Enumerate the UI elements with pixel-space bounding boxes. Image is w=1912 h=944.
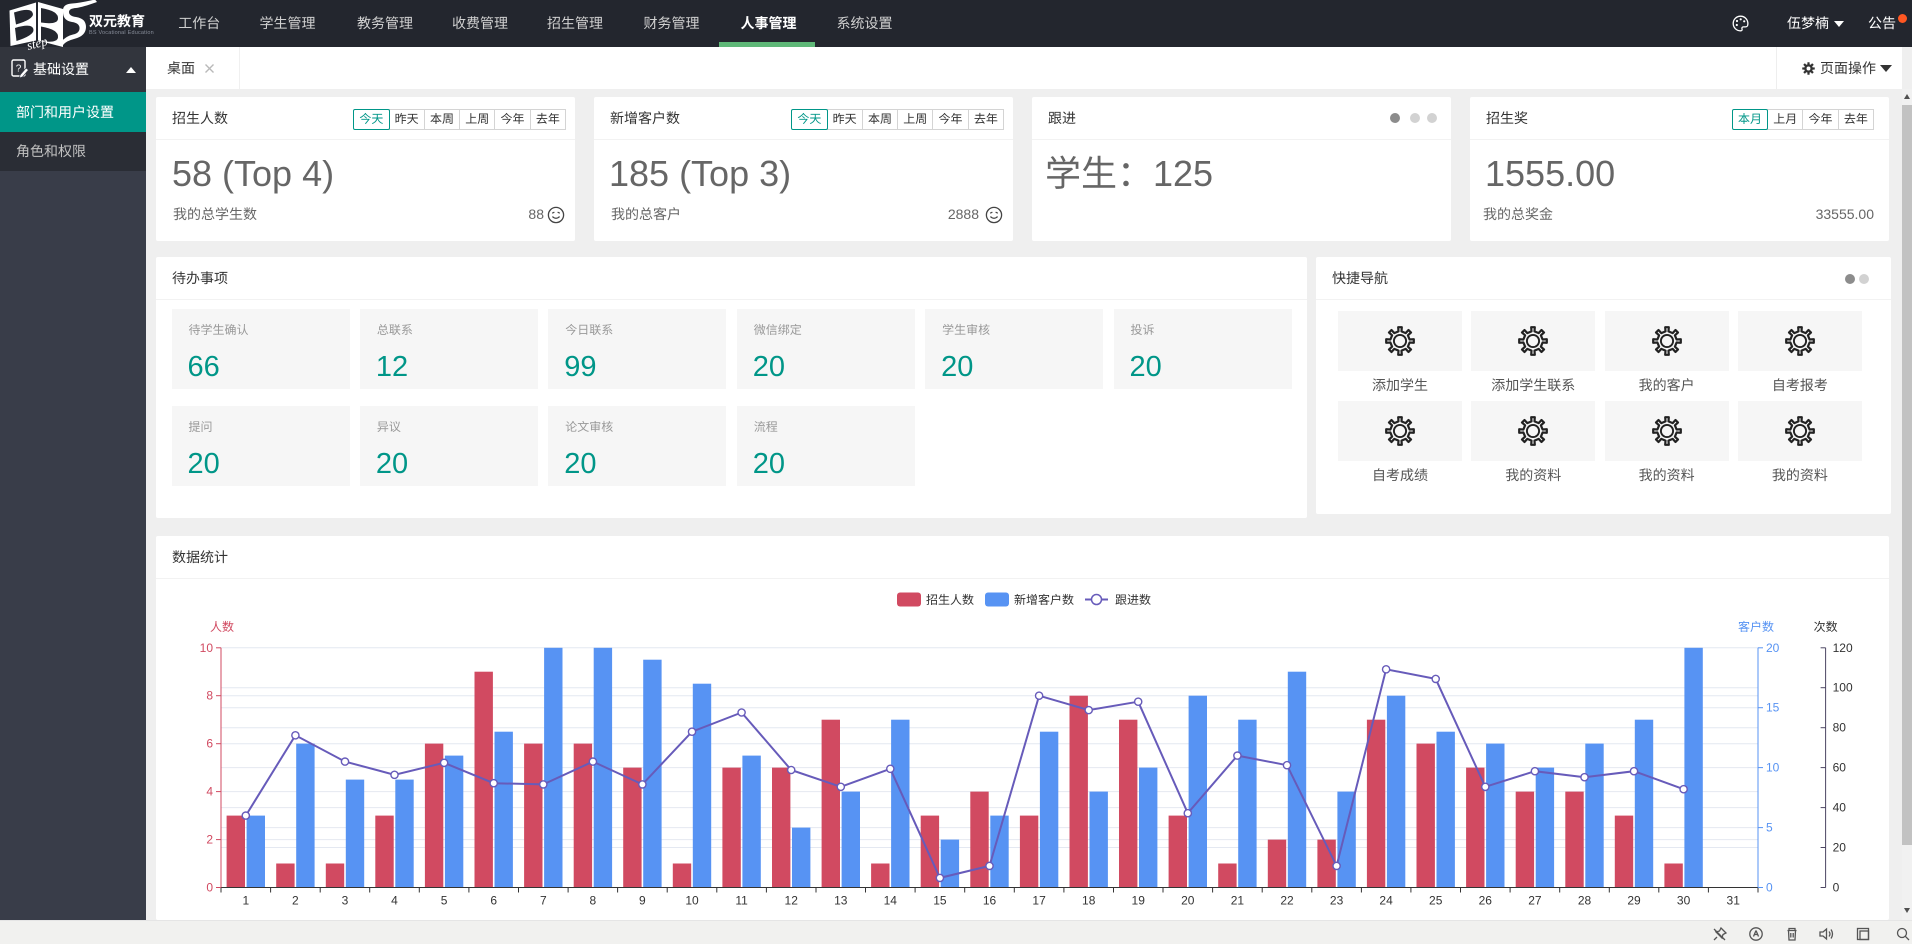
svg-text:27: 27 bbox=[1528, 894, 1542, 908]
svg-text:8: 8 bbox=[590, 894, 597, 908]
svg-text:6: 6 bbox=[206, 737, 213, 751]
svg-text:20: 20 bbox=[1833, 841, 1847, 855]
svg-text:6: 6 bbox=[490, 894, 497, 908]
svg-text:25: 25 bbox=[1429, 894, 1443, 908]
svg-text:次数: 次数 bbox=[1814, 620, 1838, 634]
svg-text:18: 18 bbox=[1082, 894, 1096, 908]
svg-text:人数: 人数 bbox=[210, 620, 234, 634]
svg-text:31: 31 bbox=[1727, 894, 1741, 908]
svg-text:0: 0 bbox=[1833, 881, 1840, 895]
svg-text:新增客户数: 新增客户数 bbox=[1014, 593, 1074, 607]
svg-text:14: 14 bbox=[884, 894, 898, 908]
svg-text:29: 29 bbox=[1627, 894, 1641, 908]
svg-text:4: 4 bbox=[391, 894, 398, 908]
svg-text:2: 2 bbox=[292, 894, 299, 908]
svg-text:13: 13 bbox=[834, 894, 848, 908]
svg-text:10: 10 bbox=[1766, 761, 1780, 775]
svg-text:0: 0 bbox=[1766, 881, 1773, 895]
svg-text:0: 0 bbox=[206, 881, 213, 895]
svg-text:5: 5 bbox=[441, 894, 448, 908]
svg-text:23: 23 bbox=[1330, 894, 1344, 908]
svg-text:5: 5 bbox=[1766, 821, 1773, 835]
svg-text:22: 22 bbox=[1280, 894, 1294, 908]
svg-text:19: 19 bbox=[1132, 894, 1146, 908]
svg-text:跟进数: 跟进数 bbox=[1115, 593, 1151, 607]
svg-text:80: 80 bbox=[1833, 721, 1847, 735]
svg-text:24: 24 bbox=[1379, 894, 1393, 908]
svg-text:1: 1 bbox=[242, 894, 249, 908]
svg-text:20: 20 bbox=[1766, 641, 1780, 655]
svg-text:客户数: 客户数 bbox=[1738, 620, 1774, 634]
svg-text:60: 60 bbox=[1833, 761, 1847, 775]
svg-text:28: 28 bbox=[1578, 894, 1592, 908]
svg-text:招生人数: 招生人数 bbox=[926, 593, 974, 607]
svg-text:17: 17 bbox=[1032, 894, 1046, 908]
svg-text:40: 40 bbox=[1833, 801, 1847, 815]
svg-text:10: 10 bbox=[200, 641, 214, 655]
svg-text:26: 26 bbox=[1479, 894, 1493, 908]
svg-text:12: 12 bbox=[785, 894, 799, 908]
svg-text:120: 120 bbox=[1833, 641, 1853, 655]
svg-text:30: 30 bbox=[1677, 894, 1691, 908]
svg-text:15: 15 bbox=[933, 894, 947, 908]
svg-text:20: 20 bbox=[1181, 894, 1195, 908]
svg-text:9: 9 bbox=[639, 894, 646, 908]
svg-text:8: 8 bbox=[206, 689, 213, 703]
svg-text:2: 2 bbox=[206, 833, 213, 847]
svg-text:10: 10 bbox=[685, 894, 699, 908]
svg-text:21: 21 bbox=[1231, 894, 1245, 908]
svg-text:100: 100 bbox=[1833, 681, 1853, 695]
svg-text:4: 4 bbox=[206, 785, 213, 799]
svg-text:3: 3 bbox=[342, 894, 349, 908]
svg-text:16: 16 bbox=[983, 894, 997, 908]
svg-text:7: 7 bbox=[540, 894, 547, 908]
svg-text:15: 15 bbox=[1766, 701, 1780, 715]
svg-text:?: ? bbox=[16, 64, 22, 75]
svg-text:11: 11 bbox=[735, 894, 748, 908]
